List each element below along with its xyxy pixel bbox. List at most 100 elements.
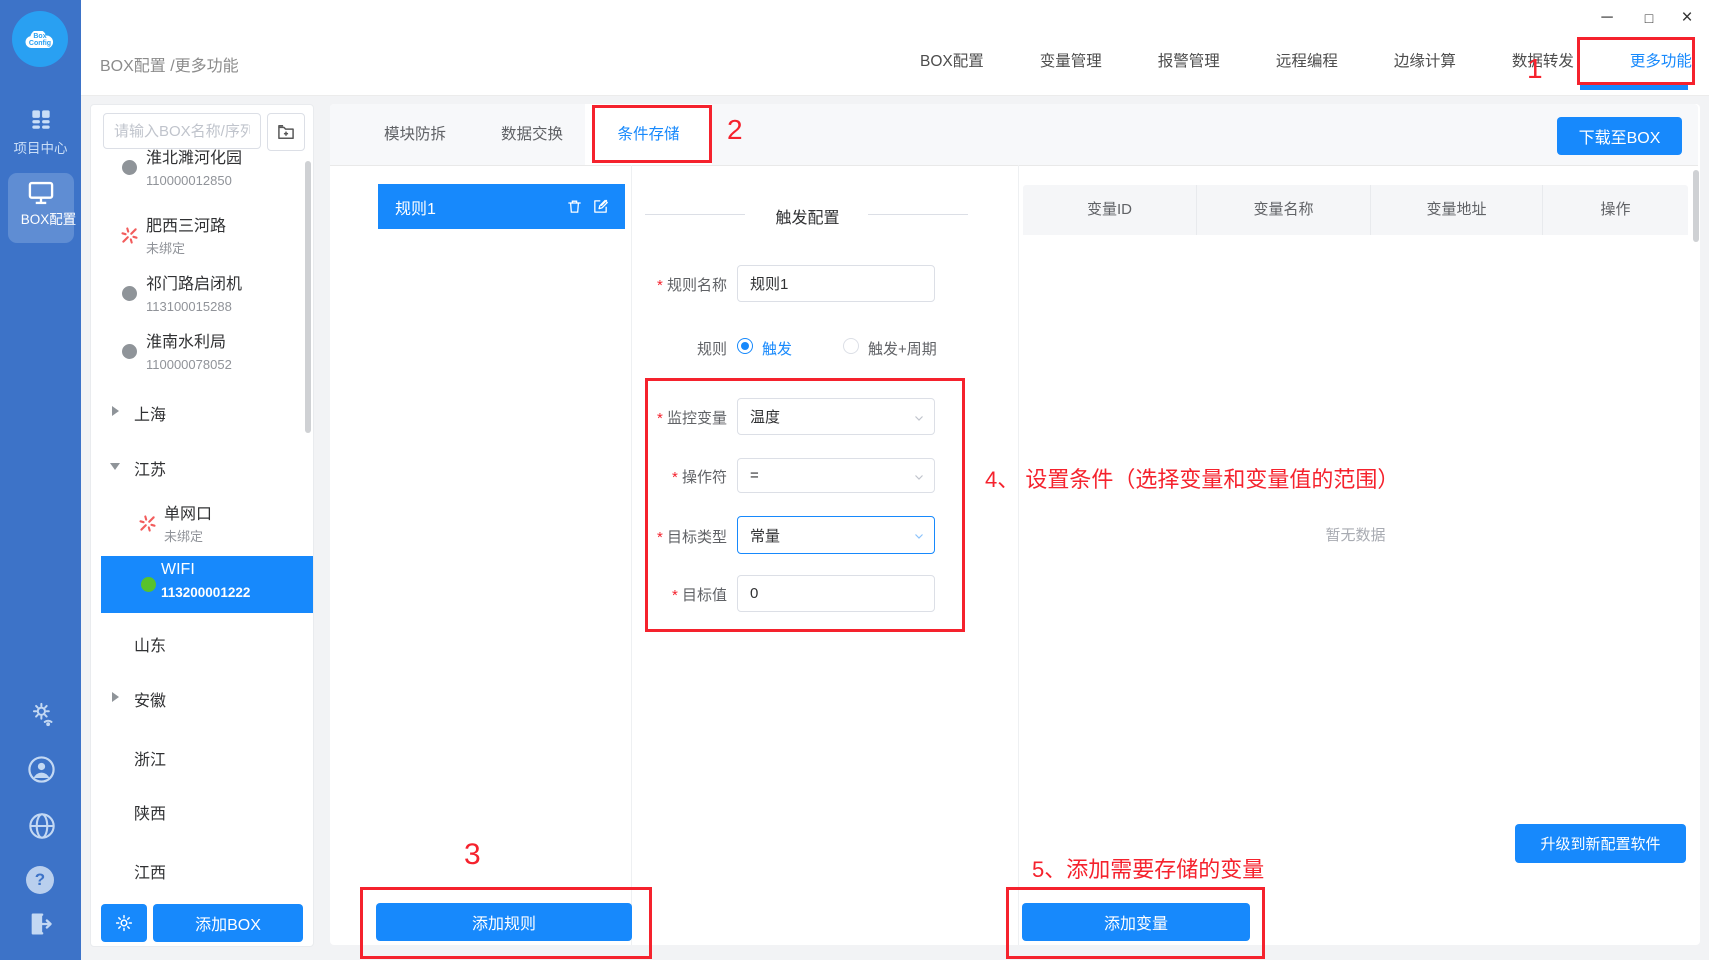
- target-type-select[interactable]: 常量: [737, 516, 935, 554]
- nav-item-data-forwarding[interactable]: 数据转发: [1512, 49, 1574, 71]
- operator-select[interactable]: =: [737, 458, 935, 493]
- radio-trigger[interactable]: [737, 338, 753, 354]
- add-variable-button[interactable]: 添加变量: [1022, 903, 1250, 941]
- tree-item-device-selected[interactable]: WIFI 113200001222: [101, 556, 313, 613]
- group-label: 陕西: [134, 806, 166, 823]
- annotation-number-3: 3: [464, 838, 481, 872]
- tree-settings-button[interactable]: [101, 904, 147, 942]
- add-rule-button[interactable]: 添加规则: [376, 903, 632, 941]
- column-header-variable-id: 变量ID: [1023, 185, 1197, 235]
- radio-trigger-label[interactable]: 触发: [762, 338, 792, 359]
- box-search-input[interactable]: [103, 113, 261, 149]
- tree-item-device[interactable]: 肥西三河路 未绑定: [146, 215, 306, 258]
- download-to-box-button[interactable]: 下载至BOX: [1557, 117, 1682, 155]
- broken-link-icon: [119, 225, 140, 251]
- section-line-right: [868, 214, 968, 215]
- tree-group-shandong[interactable]: 山东: [134, 632, 166, 656]
- sidebar-item-label: BOX配置: [8, 208, 89, 228]
- window-maximize-button[interactable]: □: [1634, 5, 1664, 31]
- device-serial: 110000078052: [146, 355, 306, 374]
- status-dot-offline-icon: [122, 344, 137, 359]
- variable-table-header: 变量ID 变量名称 变量地址 操作: [1023, 185, 1688, 235]
- sidebar-item-box-config[interactable]: BOX配置: [8, 173, 74, 243]
- add-folder-button[interactable]: [267, 113, 305, 151]
- help-icon[interactable]: ?: [26, 866, 54, 894]
- nav-active-underline: [1580, 85, 1688, 90]
- rule-list-item[interactable]: 规则1: [378, 184, 625, 229]
- tree-scrollbar-thumb[interactable]: [305, 161, 311, 433]
- device-name: 淮南水利局: [146, 331, 306, 355]
- tree-item-device[interactable]: 祁门路启闭机 113100015288: [146, 273, 306, 316]
- tree-item-device[interactable]: 淮南水利局 110000078052: [146, 331, 306, 374]
- delete-rule-icon[interactable]: [566, 198, 583, 220]
- group-label: 上海: [134, 407, 166, 424]
- tab-data-exchange[interactable]: 数据交换: [465, 104, 599, 165]
- group-label: 江西: [134, 865, 166, 882]
- exit-logout-icon[interactable]: [27, 910, 55, 943]
- upgrade-software-button[interactable]: 升级到新配置软件: [1515, 824, 1686, 863]
- chevron-right-icon: [112, 406, 119, 416]
- broken-link-icon: [137, 513, 158, 539]
- tree-group-jiangxi[interactable]: 江西: [134, 859, 166, 883]
- sidebar-item-project-center[interactable]: 项目中心: [0, 106, 81, 157]
- nav-item-box-config[interactable]: BOX配置: [920, 49, 984, 71]
- tree-group-shanghai[interactable]: 上海: [134, 401, 166, 425]
- nav-item-remote-programming[interactable]: 远程编程: [1276, 49, 1338, 71]
- window-minimize-button[interactable]: ─: [1592, 5, 1622, 31]
- main-scrollbar-thumb[interactable]: [1693, 170, 1699, 242]
- group-label: 江苏: [134, 462, 166, 479]
- radio-trigger-period-label[interactable]: 触发+周期: [868, 338, 937, 359]
- device-name: 肥西三河路: [146, 215, 306, 239]
- target-type-value: 常量: [750, 525, 780, 546]
- section-line-left: [645, 214, 745, 215]
- nav-item-variable-mgmt[interactable]: 变量管理: [1040, 49, 1102, 71]
- nav-item-alarm-mgmt[interactable]: 报警管理: [1158, 49, 1220, 71]
- rule-name-input[interactable]: [737, 265, 935, 302]
- device-serial: 未绑定: [164, 527, 314, 546]
- tree-item-device[interactable]: 单网口 未绑定: [164, 503, 314, 546]
- monitor-variable-label: 监控变量: [597, 407, 727, 428]
- app-logo: Box Config: [12, 11, 68, 67]
- top-nav: BOX配置 变量管理 报警管理 远程编程 边缘计算 数据转发 更多功能: [920, 40, 1692, 80]
- tree-group-anhui[interactable]: 安徽: [134, 687, 166, 711]
- tree-group-zhejiang[interactable]: 浙江: [134, 746, 166, 770]
- window-close-button[interactable]: ×: [1672, 5, 1702, 31]
- settings-wifi-icon[interactable]: [29, 700, 56, 732]
- nav-item-edge-computing[interactable]: 边缘计算: [1394, 49, 1456, 71]
- group-label: 山东: [134, 638, 166, 655]
- table-divider: [1018, 165, 1019, 945]
- tree-item-device[interactable]: 淮北濉河化园 110000012850: [146, 147, 306, 190]
- device-name: 单网口: [164, 503, 314, 527]
- edit-rule-icon[interactable]: [592, 198, 609, 220]
- target-type-label: 目标类型: [597, 526, 727, 547]
- device-serial: 未绑定: [146, 239, 306, 258]
- main-panel: 模块防拆 数据交换 条件存储 2 下载至BOX 规则1 添加规则 3 触发配置 …: [330, 104, 1700, 945]
- target-value-input[interactable]: [737, 575, 935, 612]
- device-panel: 淮北濉河化园 110000012850 肥西三河路 未绑定 祁门路启闭机 113…: [90, 104, 314, 947]
- column-header-variable-name: 变量名称: [1197, 185, 1371, 235]
- monitor-icon: [27, 180, 55, 206]
- nav-item-more-functions[interactable]: 更多功能: [1630, 49, 1692, 71]
- add-box-button[interactable]: 添加BOX: [153, 904, 303, 942]
- breadcrumb: BOX配置 /更多功能: [100, 52, 239, 76]
- chevron-down-icon: [913, 411, 925, 428]
- user-account-icon[interactable]: [27, 755, 56, 789]
- tree-group-shaanxi[interactable]: 陕西: [134, 800, 166, 824]
- section-title: 触发配置: [750, 204, 865, 228]
- table-empty-state: 暂无数据: [1023, 524, 1688, 545]
- gear-icon: [114, 913, 134, 933]
- globe-icon[interactable]: [28, 812, 56, 845]
- device-name: 祁门路启闭机: [146, 273, 306, 297]
- grid-icon: [28, 106, 54, 132]
- tab-conditional-storage[interactable]: 条件存储: [585, 104, 712, 165]
- group-label: 浙江: [134, 752, 166, 769]
- status-dot-offline-icon: [122, 286, 137, 301]
- device-serial: 113200001222: [161, 585, 250, 600]
- radio-trigger-period[interactable]: [843, 338, 859, 354]
- monitor-variable-select[interactable]: 温度: [737, 398, 935, 435]
- tree-group-jiangsu[interactable]: 江苏: [134, 456, 166, 480]
- logo-text-line2: Config: [29, 40, 51, 47]
- device-name: WIFI: [161, 561, 195, 579]
- tab-module-tamper[interactable]: 模块防拆: [348, 104, 482, 165]
- rule-name-label: 规则名称: [597, 274, 727, 295]
